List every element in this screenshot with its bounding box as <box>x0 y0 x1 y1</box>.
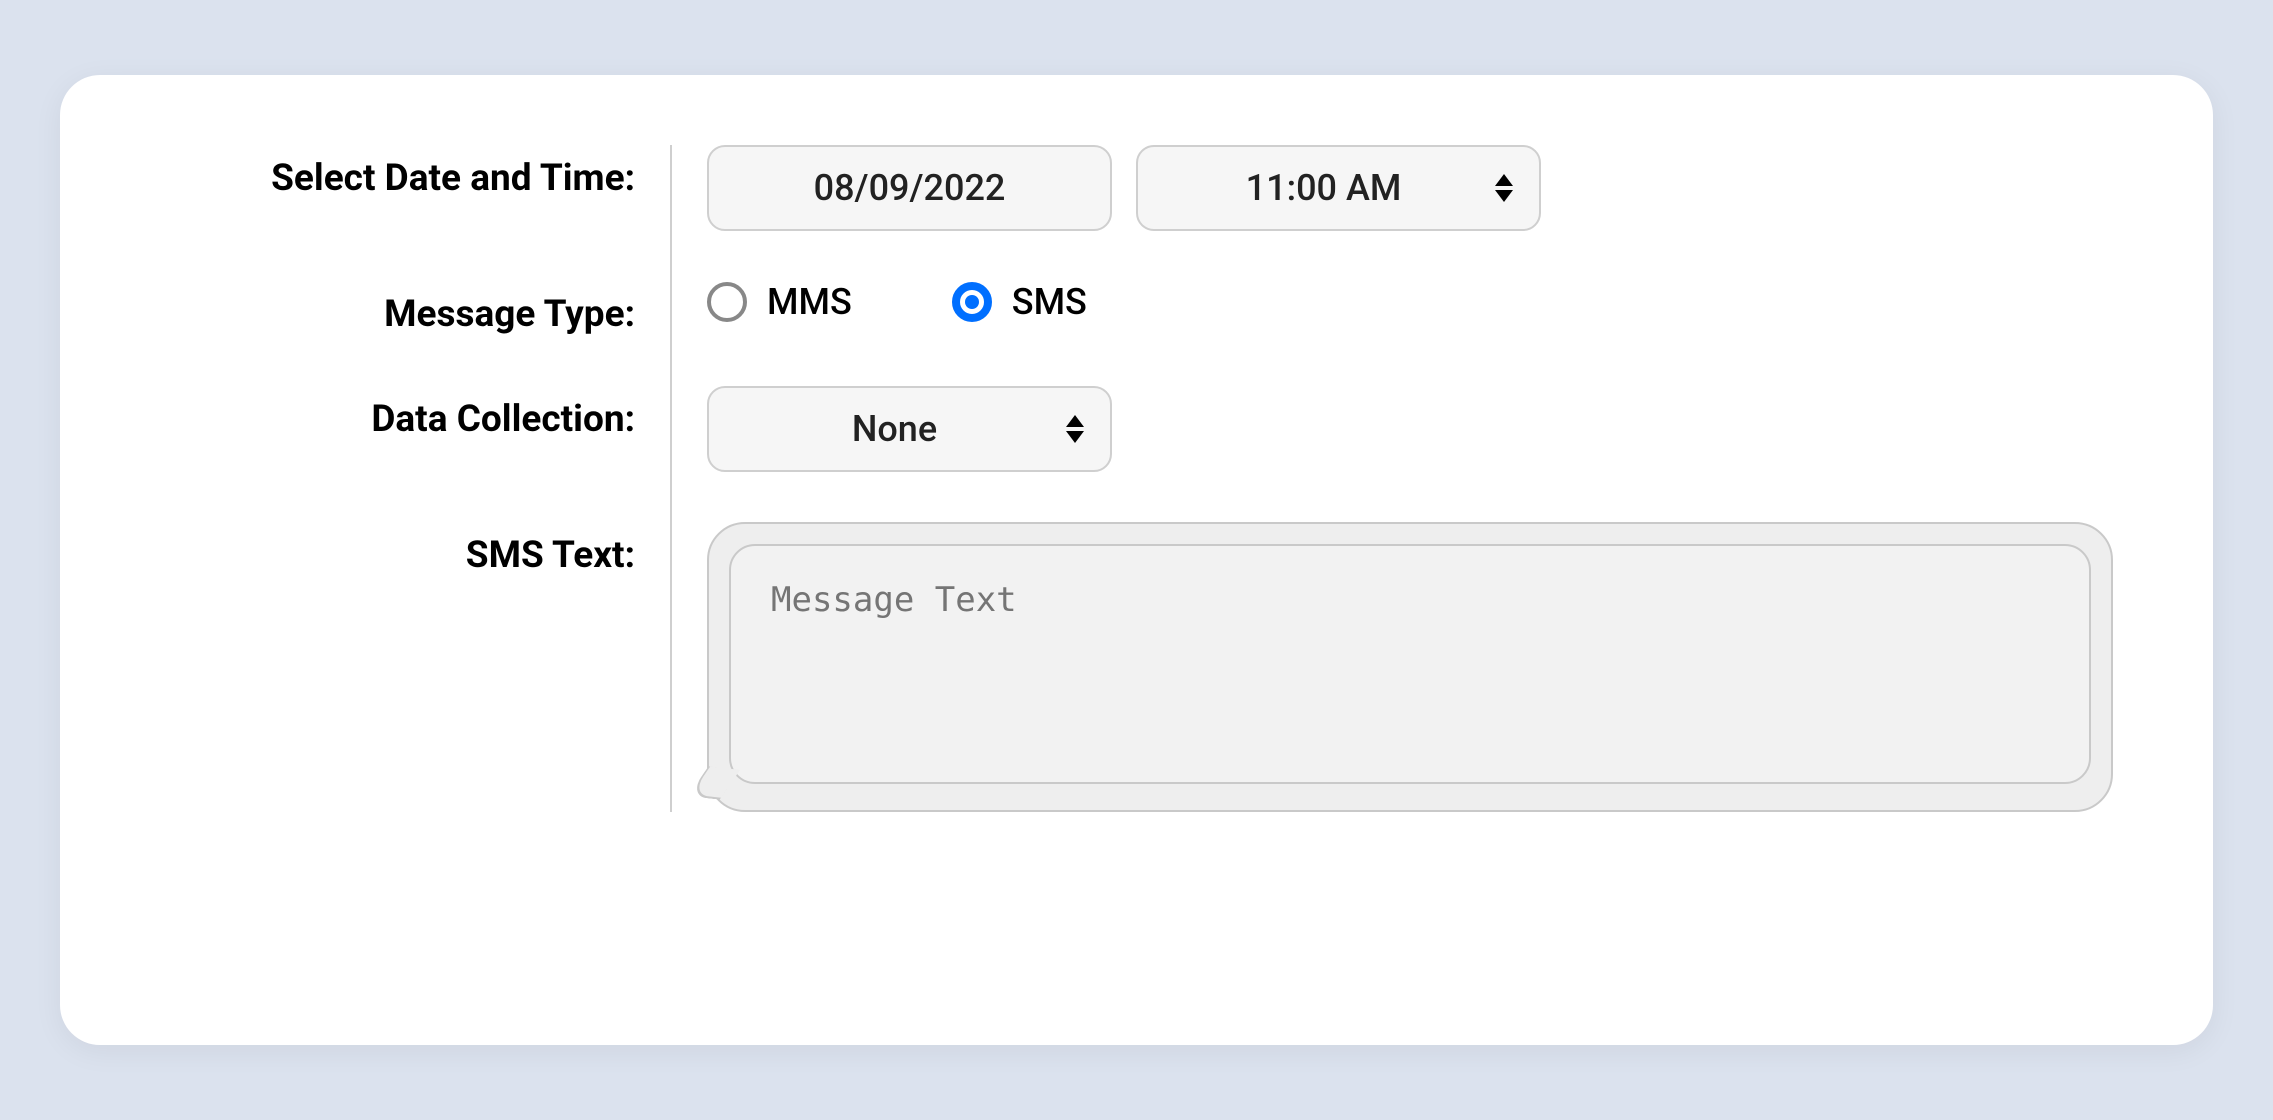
radio-circle-icon <box>707 282 747 322</box>
radio-mms-label: MMS <box>767 281 852 323</box>
label-message-type: Message Type: <box>160 281 635 336</box>
data-collection-select[interactable]: None <box>707 386 1112 472</box>
data-collection-controls: None <box>707 386 2113 472</box>
form-grid: Select Date and Time: 08/09/2022 11:00 A… <box>160 145 2113 812</box>
stepper-icon <box>1066 415 1084 443</box>
radio-mms[interactable]: MMS <box>707 281 852 323</box>
time-value: 11:00 AM <box>1178 167 1469 209</box>
vertical-divider <box>670 145 672 812</box>
radio-circle-icon <box>952 282 992 322</box>
data-collection-value: None <box>749 408 1040 450</box>
date-input[interactable]: 08/09/2022 <box>707 145 1112 231</box>
sms-bubble-wrap <box>707 522 2113 812</box>
radio-sms-label: SMS <box>1012 281 1087 323</box>
time-select[interactable]: 11:00 AM <box>1136 145 1541 231</box>
form-card: Select Date and Time: 08/09/2022 11:00 A… <box>60 75 2213 1045</box>
label-date-time: Select Date and Time: <box>160 145 635 200</box>
sms-text-controls <box>707 522 2113 812</box>
date-value: 08/09/2022 <box>814 167 1006 209</box>
message-type-radio-group: MMS SMS <box>707 281 2113 323</box>
label-data-collection: Data Collection: <box>160 386 635 441</box>
stepper-icon <box>1495 174 1513 202</box>
sms-text-input[interactable] <box>729 544 2091 784</box>
radio-sms[interactable]: SMS <box>952 281 1087 323</box>
label-sms-text: SMS Text: <box>160 522 635 577</box>
sms-bubble <box>707 522 2113 812</box>
date-time-controls: 08/09/2022 11:00 AM <box>707 145 2113 231</box>
